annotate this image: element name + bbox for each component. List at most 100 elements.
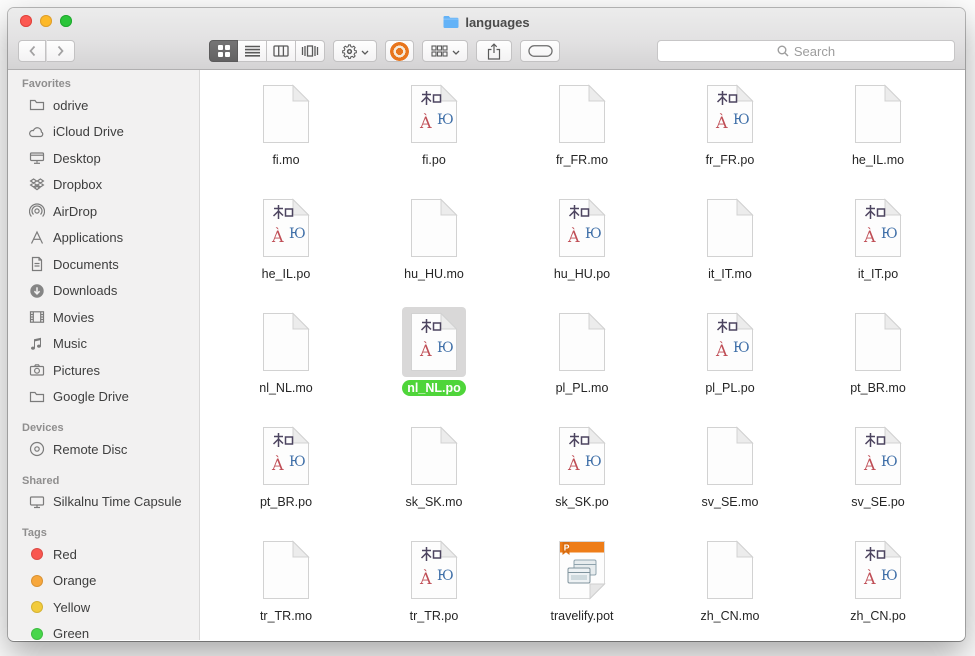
svg-text:Ю: Ю bbox=[289, 226, 306, 242]
svg-text:Ю: Ю bbox=[881, 454, 898, 470]
forward-button[interactable] bbox=[47, 40, 75, 62]
sidebar-item-google-drive[interactable]: Google Drive bbox=[8, 384, 199, 411]
svg-text:Ю: Ю bbox=[733, 340, 750, 356]
sidebar-item-green[interactable]: Green bbox=[8, 621, 199, 641]
mo-file-icon bbox=[410, 426, 458, 486]
svg-text:Ю: Ю bbox=[437, 340, 454, 356]
sidebar-item-label: Movies bbox=[53, 310, 94, 325]
po-file-icon: À Ю bbox=[410, 84, 458, 144]
file-it_IT.mo[interactable]: it_IT.mo bbox=[656, 189, 804, 303]
finder-window: languages bbox=[8, 8, 965, 641]
sidebar-item-odrive[interactable]: odrive bbox=[8, 92, 199, 119]
sidebar-item-label: odrive bbox=[53, 98, 88, 113]
file-icon bbox=[550, 307, 614, 377]
column-view-button[interactable] bbox=[267, 40, 296, 62]
file-nl_NL.mo[interactable]: nl_NL.mo bbox=[212, 303, 360, 417]
file-icon: À Ю bbox=[402, 535, 466, 605]
close-button[interactable] bbox=[20, 15, 32, 27]
sidebar-item-documents[interactable]: Documents bbox=[8, 251, 199, 278]
file-zh_CN.po[interactable]: À Юzh_CN.po bbox=[804, 531, 952, 640]
arrange-menu-button[interactable] bbox=[422, 40, 468, 62]
file-name-label: pt_BR.mo bbox=[845, 380, 911, 396]
file-pt_BR.mo[interactable]: pt_BR.mo bbox=[804, 303, 952, 417]
titlebar[interactable]: languages bbox=[8, 8, 965, 33]
share-button[interactable] bbox=[476, 40, 512, 62]
file-sv_SE.po[interactable]: À Юsv_SE.po bbox=[804, 417, 952, 531]
file-hu_HU.mo[interactable]: hu_HU.mo bbox=[360, 189, 508, 303]
file-sk_SK.po[interactable]: À Юsk_SK.po bbox=[508, 417, 656, 531]
file-sv_SE.mo[interactable]: sv_SE.mo bbox=[656, 417, 804, 531]
sidebar-item-silkalnu-time-capsule[interactable]: Silkalnu Time Capsule bbox=[8, 489, 199, 516]
file-browser-content[interactable]: fi.mo À Юfi.pofr_FR.mo À Юfr_FR.pohe_IL.… bbox=[200, 70, 965, 640]
file-fr_FR.po[interactable]: À Юfr_FR.po bbox=[656, 75, 804, 189]
sidebar-item-yellow[interactable]: Yellow bbox=[8, 594, 199, 621]
zoom-button[interactable] bbox=[60, 15, 72, 27]
window-title-text: languages bbox=[465, 15, 529, 30]
action-menu-button[interactable] bbox=[333, 40, 377, 62]
mo-file-icon bbox=[262, 312, 310, 372]
file-hu_HU.po[interactable]: À Юhu_HU.po bbox=[508, 189, 656, 303]
svg-text:Ю: Ю bbox=[437, 112, 454, 128]
sidebar-item-movies[interactable]: Movies bbox=[8, 304, 199, 331]
file-nl_NL.po[interactable]: À Юnl_NL.po bbox=[360, 303, 508, 417]
file-fr_FR.mo[interactable]: fr_FR.mo bbox=[508, 75, 656, 189]
mo-file-icon bbox=[558, 84, 606, 144]
sidebar-item-music[interactable]: Music bbox=[8, 331, 199, 358]
odrive-toolbar-button[interactable] bbox=[385, 40, 414, 62]
po-file-icon: À Ю bbox=[262, 198, 310, 258]
icon-view-button[interactable] bbox=[209, 40, 238, 62]
chevron-down-icon bbox=[361, 42, 369, 60]
file-pl_PL.mo[interactable]: pl_PL.mo bbox=[508, 303, 656, 417]
file-icon bbox=[698, 535, 762, 605]
file-name-label: it_IT.po bbox=[853, 266, 903, 282]
file-he_IL.po[interactable]: À Ю he_IL.po bbox=[212, 189, 360, 303]
file-name-label: he_IL.po bbox=[257, 266, 316, 282]
file-fi.mo[interactable]: fi.mo bbox=[212, 75, 360, 189]
file-sk_SK.mo[interactable]: sk_SK.mo bbox=[360, 417, 508, 531]
file-name-label: sk_SK.po bbox=[550, 494, 614, 510]
file-tr_TR.mo[interactable]: tr_TR.mo bbox=[212, 531, 360, 640]
file-pt_BR.po[interactable]: À Юpt_BR.po bbox=[212, 417, 360, 531]
file-grid: fi.mo À Юfi.pofr_FR.mo À Юfr_FR.pohe_IL.… bbox=[200, 70, 965, 640]
po-file-icon: À Ю bbox=[854, 426, 902, 486]
sidebar-section-title: Shared bbox=[8, 473, 199, 489]
coverflow-view-button[interactable] bbox=[296, 40, 325, 62]
search-input[interactable]: Search bbox=[657, 40, 955, 62]
svg-text:Ю: Ю bbox=[289, 454, 306, 470]
sidebar-item-remote-disc[interactable]: Remote Disc bbox=[8, 436, 199, 463]
music-icon bbox=[28, 335, 45, 352]
sidebar-item-red[interactable]: Red bbox=[8, 541, 199, 568]
tags-button[interactable] bbox=[520, 40, 560, 62]
svg-text:Ю: Ю bbox=[437, 568, 454, 584]
file-fi.po[interactable]: À Юfi.po bbox=[360, 75, 508, 189]
file-pl_PL.po[interactable]: À Юpl_PL.po bbox=[656, 303, 804, 417]
file-name-label: fi.mo bbox=[267, 152, 304, 168]
file-tr_TR.po[interactable]: À Юtr_TR.po bbox=[360, 531, 508, 640]
file-name-label: hu_HU.mo bbox=[399, 266, 469, 282]
sidebar-item-label: Google Drive bbox=[53, 389, 129, 404]
sidebar-item-orange[interactable]: Orange bbox=[8, 568, 199, 595]
mo-file-icon bbox=[706, 426, 754, 486]
sidebar-item-icloud-drive[interactable]: iCloud Drive bbox=[8, 119, 199, 146]
back-button[interactable] bbox=[18, 40, 46, 62]
file-icon bbox=[254, 79, 318, 149]
sidebar-item-airdrop[interactable]: AirDrop bbox=[8, 198, 199, 225]
sidebar-item-desktop[interactable]: Desktop bbox=[8, 145, 199, 172]
file-zh_CN.mo[interactable]: zh_CN.mo bbox=[656, 531, 804, 640]
file-he_IL.mo[interactable]: he_IL.mo bbox=[804, 75, 952, 189]
sidebar-item-label: Green bbox=[53, 626, 89, 640]
sidebar-item-pictures[interactable]: Pictures bbox=[8, 357, 199, 384]
sidebar-item-applications[interactable]: Applications bbox=[8, 225, 199, 252]
sidebar-item-dropbox[interactable]: Dropbox bbox=[8, 172, 199, 199]
file-it_IT.po[interactable]: À Юit_IT.po bbox=[804, 189, 952, 303]
file-icon: À Ю bbox=[402, 79, 466, 149]
list-view-button[interactable] bbox=[238, 40, 267, 62]
sidebar-item-downloads[interactable]: Downloads bbox=[8, 278, 199, 305]
file-name-label: hu_HU.po bbox=[549, 266, 615, 282]
minimize-button[interactable] bbox=[40, 15, 52, 27]
file-travelify.pot[interactable]: P travelify.pot bbox=[508, 531, 656, 640]
display-icon bbox=[28, 493, 45, 510]
sidebar-item-label: Pictures bbox=[53, 363, 100, 378]
odrive-icon bbox=[390, 42, 409, 61]
file-icon bbox=[698, 421, 762, 491]
